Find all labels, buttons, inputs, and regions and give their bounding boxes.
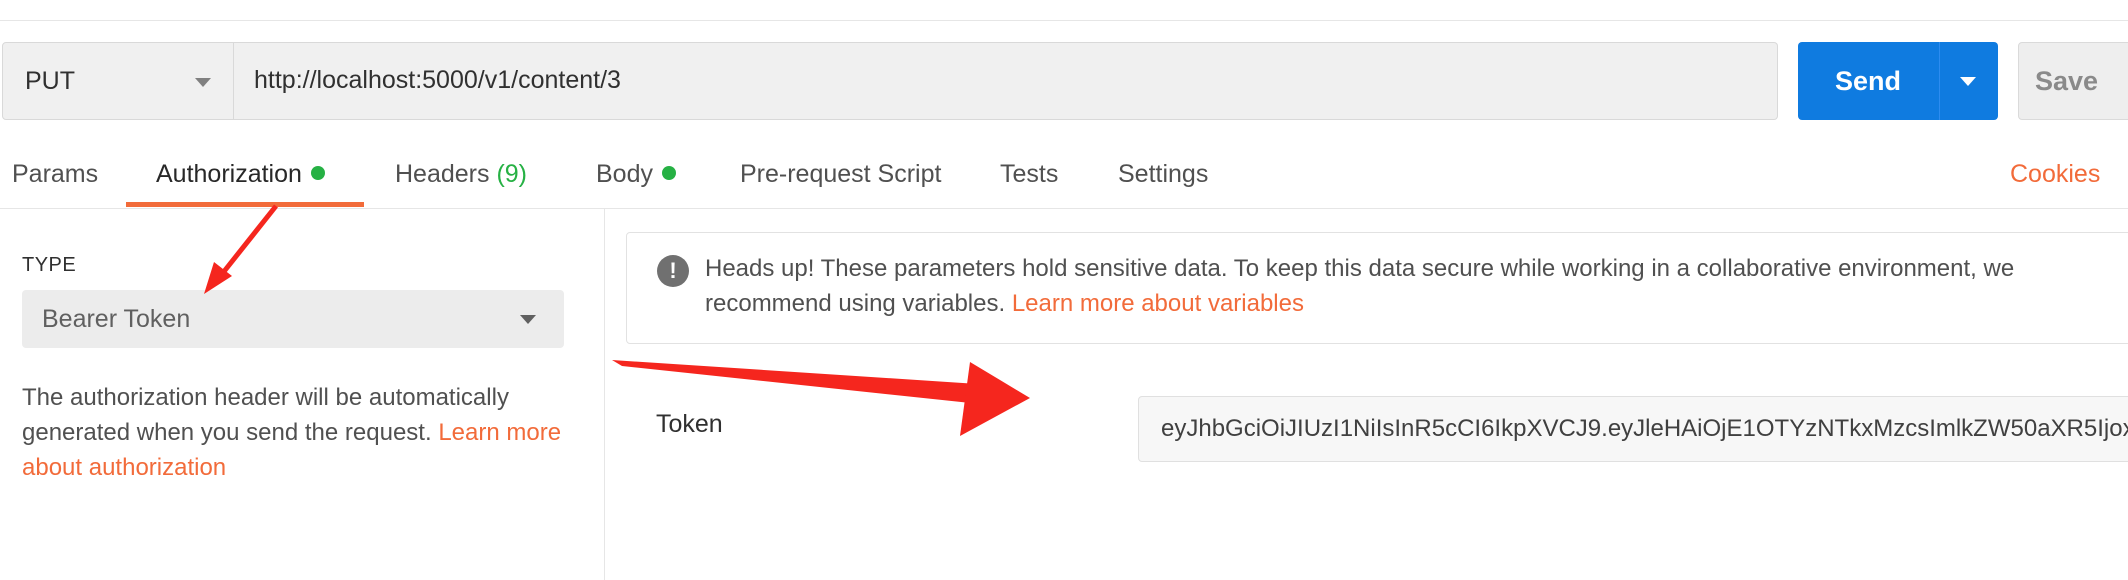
annotation-arrow-token [612,360,1030,436]
arrow-head [960,362,1030,436]
annotation-arrow-authorization [204,204,278,294]
annotation-arrows [204,204,1030,436]
arrow-shaft [220,204,278,276]
arrow-shaft [612,360,980,404]
